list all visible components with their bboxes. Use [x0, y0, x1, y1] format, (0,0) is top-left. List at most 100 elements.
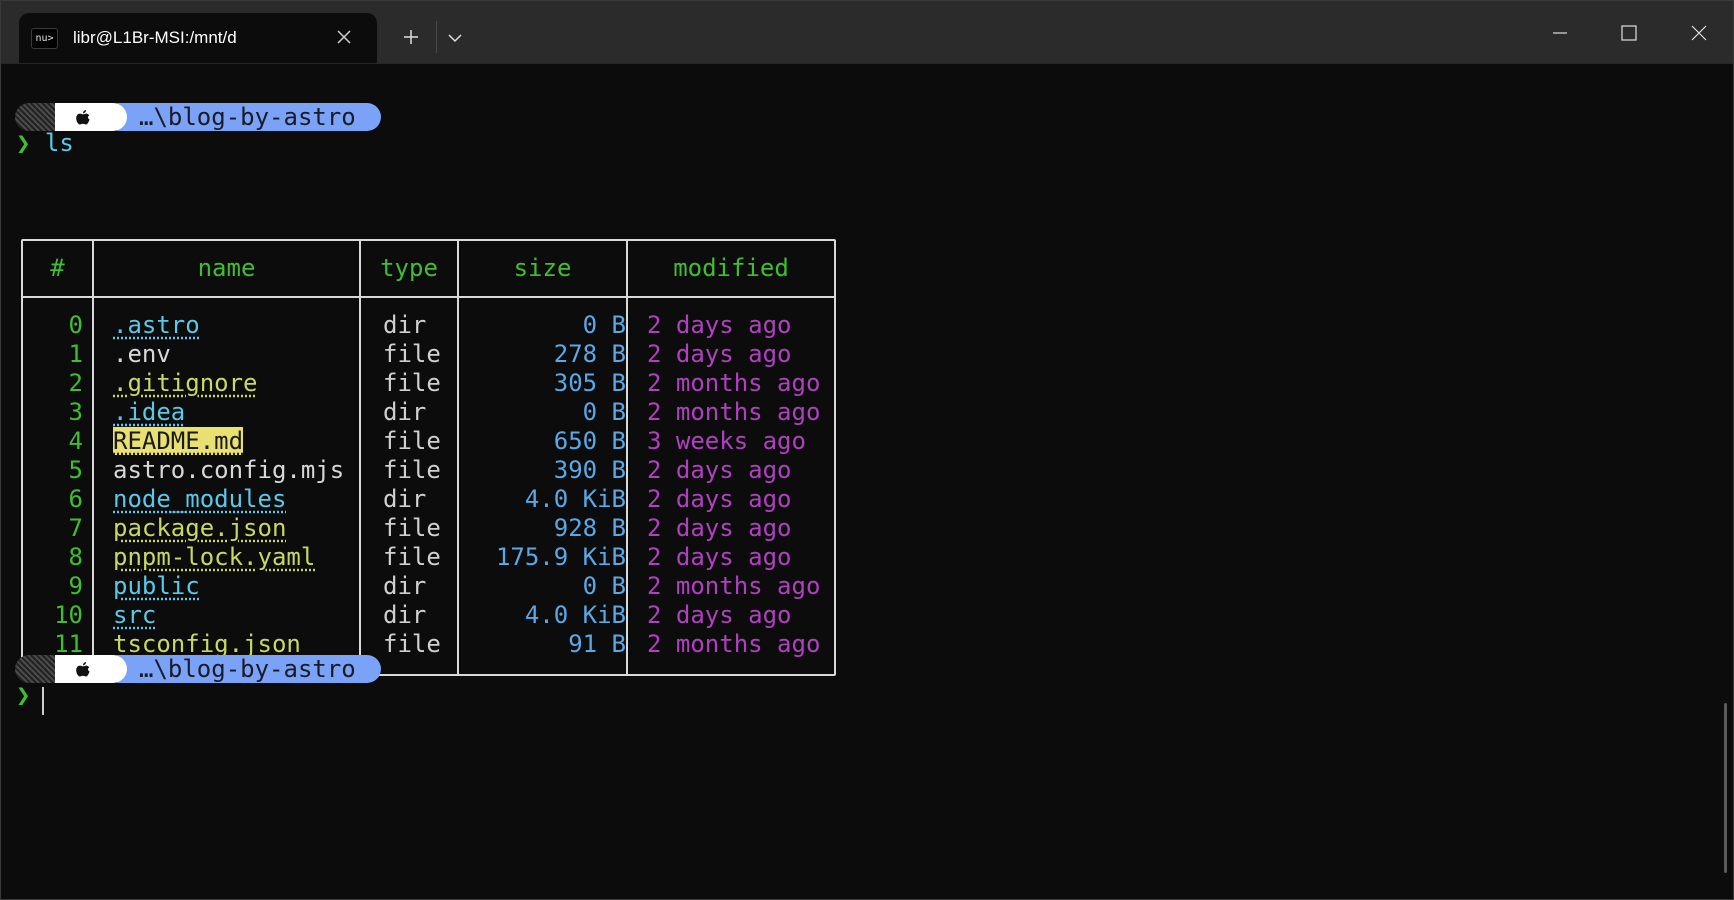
- minimize-button[interactable]: [1532, 13, 1588, 53]
- prompt-git-segment: main !: [360, 655, 535, 683]
- apple-icon: [76, 662, 90, 677]
- close-tab-icon[interactable]: [333, 26, 355, 48]
- nodejs-icon: [540, 662, 555, 677]
- prompt-time: 17:51: [740, 655, 813, 683]
- command-line: ❯ ls: [16, 129, 74, 158]
- column-header-type: type: [380, 254, 438, 282]
- row-index: 5: [68, 456, 83, 484]
- prompt-decoration: [15, 103, 55, 131]
- file-type: dir: [383, 485, 427, 513]
- prompt-path-segment: …\blog-by-astro: [105, 655, 381, 683]
- file-modified: 2 months ago: [647, 572, 821, 600]
- file-size: 0 B: [582, 398, 626, 426]
- file-name: astro.config.mjs: [113, 456, 344, 485]
- file-name-text: src: [113, 601, 157, 629]
- file-type: dir: [383, 601, 427, 629]
- prompt-node-segment: v21.7.1: [520, 103, 685, 131]
- table-row: 3 .idea dir 0 B 2 months ago: [23, 398, 834, 427]
- command-text: ls: [44, 129, 74, 157]
- terminal-window: nu> libr@L1Br-MSI:/mnt/d 17:51 v21.7.1 m…: [0, 0, 1734, 900]
- nodejs-icon: [540, 110, 555, 125]
- tab-title: libr@L1Br-MSI:/mnt/d: [73, 28, 237, 47]
- file-type: file: [383, 456, 441, 484]
- file-name-text: package.json: [113, 514, 287, 542]
- file-name: .astro: [113, 311, 200, 340]
- prompt-os-segment: [55, 103, 127, 131]
- file-modified: 2 days ago: [647, 514, 792, 542]
- file-name-text: README.md: [113, 427, 244, 455]
- file-name: public: [113, 572, 200, 601]
- row-index: 0: [68, 311, 83, 339]
- file-size: 175.9 KiB: [495, 543, 626, 571]
- row-index: 2: [68, 369, 83, 397]
- file-name-text: .astro: [113, 311, 200, 339]
- close-window-button[interactable]: [1671, 13, 1727, 53]
- prompt-bar: 17:51 v21.7.1 main ! …\blog-by-astro: [15, 655, 855, 683]
- file-name: .idea: [113, 398, 185, 427]
- file-modified: 2 days ago: [647, 456, 792, 484]
- table-row: 10 src dir 4.0 KiB 2 days ago: [23, 601, 834, 630]
- file-name: pnpm-lock.yaml: [113, 543, 315, 572]
- file-name: package.json: [113, 514, 286, 543]
- prompt-os-segment: [55, 655, 127, 683]
- row-index: 7: [68, 514, 83, 542]
- file-size: 0 B: [582, 311, 626, 339]
- file-modified: 2 months ago: [647, 398, 821, 426]
- file-type: dir: [383, 311, 427, 339]
- row-index: 1: [68, 340, 83, 368]
- text-cursor: [42, 687, 44, 715]
- file-modified: 2 days ago: [647, 311, 792, 339]
- file-name-text: astro.config.mjs: [113, 456, 345, 484]
- column-header-modified: modified: [673, 254, 789, 282]
- scrollbar[interactable]: [1724, 703, 1727, 873]
- prompt-time-segment: 17:51: [670, 103, 846, 131]
- file-type: dir: [383, 572, 427, 600]
- file-size: 928 B: [553, 514, 626, 542]
- file-name-text: .idea: [113, 398, 186, 426]
- row-index: 3: [68, 398, 83, 426]
- row-index: 4: [68, 427, 83, 455]
- prompt-node-version: v21.7.1: [564, 103, 666, 131]
- file-type: file: [383, 369, 441, 397]
- file-name: README.md: [113, 427, 244, 456]
- file-modified: 2 days ago: [647, 601, 792, 629]
- file-modified: 3 weeks ago: [647, 427, 806, 455]
- prompt-bar: 17:51 v21.7.1 main ! …\blog-by-astro: [15, 103, 855, 131]
- clock-icon: [714, 110, 729, 125]
- maximize-button[interactable]: [1601, 13, 1657, 53]
- prompt-node-version: v21.7.1: [564, 655, 666, 683]
- file-size: 390 B: [553, 456, 626, 484]
- row-index: 10: [54, 601, 83, 629]
- row-index: 9: [68, 572, 83, 600]
- prompt-branch: main !: [390, 655, 477, 683]
- file-name: node_modules: [113, 485, 286, 514]
- file-type: file: [383, 340, 441, 368]
- clock-icon: [714, 662, 729, 677]
- chevron-down-icon[interactable]: [443, 23, 467, 51]
- new-tab-button[interactable]: [393, 21, 429, 53]
- column-header-name: name: [197, 254, 256, 282]
- input-line[interactable]: ❯: [16, 681, 30, 710]
- table-header-divider: [23, 296, 834, 298]
- prompt-path-segment: …\blog-by-astro: [105, 103, 381, 131]
- prompt-chevron: ❯: [16, 681, 31, 709]
- terminal-content[interactable]: 17:51 v21.7.1 main ! …\blog-by-astro ❯ l…: [1, 63, 1733, 899]
- table-row: 2 .gitignore file 305 B 2 months ago: [23, 369, 834, 398]
- file-name: .env: [113, 340, 171, 369]
- prompt-git-segment: main !: [360, 103, 535, 131]
- row-index: 8: [68, 543, 83, 571]
- file-name: .gitignore: [113, 369, 258, 398]
- file-modified: 2 days ago: [647, 340, 792, 368]
- table-row: 8 pnpm-lock.yaml file 175.9 KiB 2 days ago: [23, 543, 834, 572]
- file-size: 278 B: [553, 340, 626, 368]
- prompt-branch: main !: [390, 103, 477, 131]
- file-size: 305 B: [553, 369, 626, 397]
- table-row: 4 README.md file 650 B 3 weeks ago: [23, 427, 834, 456]
- file-type: file: [383, 427, 441, 455]
- file-size: 0 B: [582, 572, 626, 600]
- tab-active[interactable]: nu> libr@L1Br-MSI:/mnt/d: [19, 13, 377, 63]
- prompt-node-segment: v21.7.1: [520, 655, 685, 683]
- file-name-text: .gitignore: [113, 369, 258, 397]
- table-row: 1 .env file 278 B 2 days ago: [23, 340, 834, 369]
- file-name-text: tsconfig.json: [113, 630, 301, 658]
